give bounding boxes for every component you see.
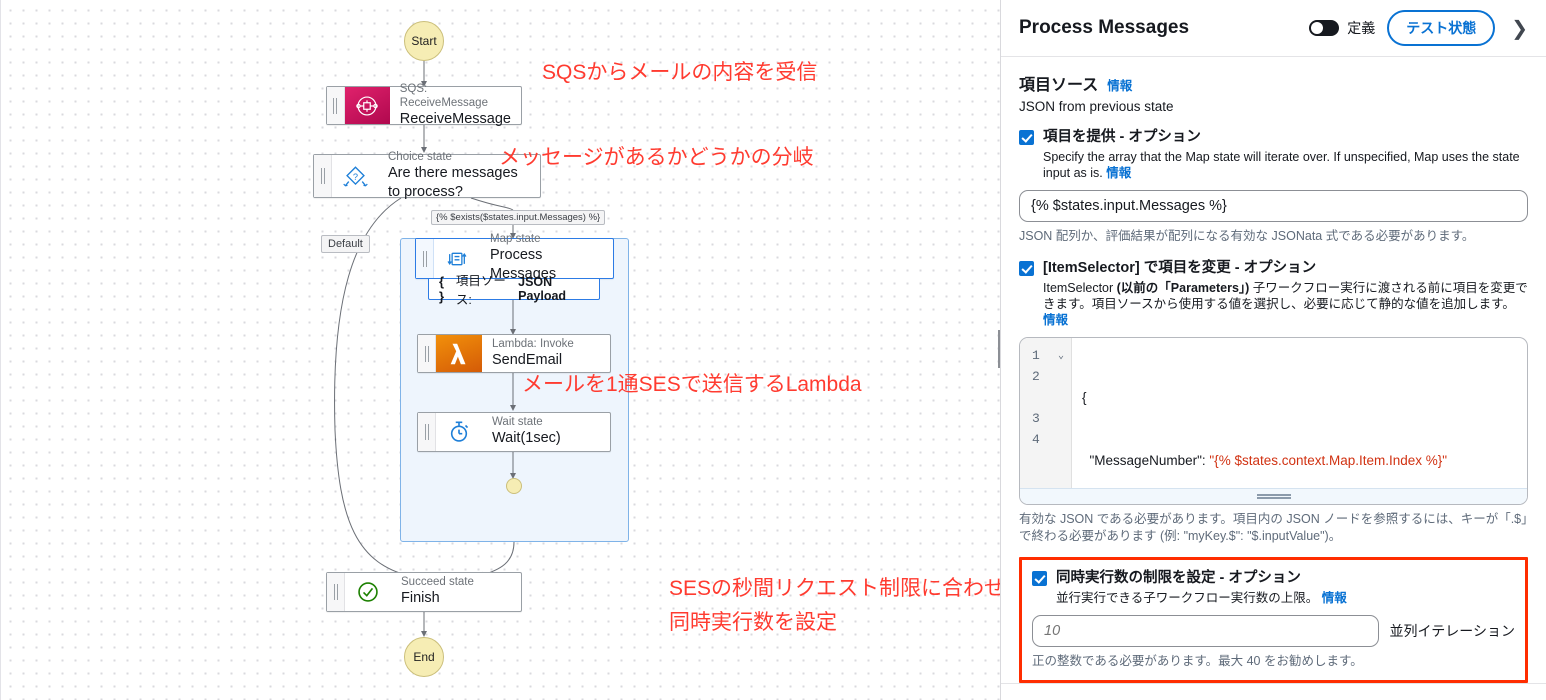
node-type-label: Wait state [492, 416, 543, 428]
annotation-choice: メッセージがあるかどうかの分岐 [499, 146, 814, 169]
concurrency-input[interactable] [1032, 615, 1379, 647]
info-link[interactable]: 情報 [1106, 166, 1131, 180]
node-sqs-receivemessage[interactable]: SQS: ReceiveMessage ReceiveMessage [326, 83, 522, 127]
info-link[interactable]: 情報 [1322, 591, 1347, 605]
concurrency-description: 並行実行できる子ワークフロー実行数の上限。 情報 [1056, 590, 1515, 606]
node-type-label: Map state [490, 233, 541, 245]
item-selector-field: [ItemSelector] で項目を変更 - オプション ItemSelect… [1019, 259, 1528, 545]
node-lambda-invoke[interactable]: Lambda: Invoke SendEmail [417, 334, 611, 373]
line-number: 2 [1032, 369, 1040, 384]
annotation-sqs: SQSからメールの内容を受信 [542, 61, 818, 84]
end-node[interactable]: End [404, 637, 444, 677]
sqs-icon [344, 87, 390, 124]
test-state-button[interactable]: テスト状態 [1387, 10, 1496, 46]
check-circle-icon [345, 573, 391, 611]
provide-items-description: Specify the array that the Map state wil… [1043, 149, 1528, 181]
start-node[interactable]: Start [404, 21, 444, 61]
annotation-concurrency-line1: SESの秒間リクエスト制限に合わせて [669, 577, 1000, 600]
concurrency-label: 同時実行数の制限を設定 - オプション [1056, 570, 1301, 586]
node-type-label: Lambda: Invoke [492, 337, 574, 350]
edge-label-default: Default [321, 235, 370, 253]
node-wait-state[interactable]: Wait state Wait(1sec) [417, 412, 611, 452]
item-selector-checkbox[interactable] [1019, 261, 1034, 276]
definition-toggle[interactable]: 定義 [1309, 18, 1375, 38]
choice-diamond-icon: ? [332, 155, 378, 197]
definition-toggle-label: 定義 [1347, 20, 1376, 36]
node-drag-handle[interactable] [416, 239, 434, 278]
provide-items-label: 項目を提供 - オプション [1043, 129, 1201, 145]
map-iteration-end-node[interactable] [506, 478, 522, 494]
concurrency-checkbox[interactable] [1032, 571, 1047, 586]
editor-code-content[interactable]: { "MessageNumber": "{% $states.context.M… [1072, 338, 1527, 488]
editor-resize-grip[interactable] [1020, 488, 1527, 504]
node-name-label: Wait(1sec) [492, 430, 561, 446]
node-succeed-state[interactable]: Succeed state Finish [326, 572, 522, 612]
concurrency-description-text: 並行実行できる子ワークフロー実行数の上限。 [1056, 591, 1319, 605]
chevron-right-icon[interactable]: ❯ [1507, 16, 1532, 41]
item-selector-description: ItemSelector (以前の「Parameters」) 子ワークフロー実行… [1043, 280, 1528, 328]
item-source-heading: 項目ソース 情報 [1019, 71, 1528, 95]
node-drag-handle[interactable] [418, 413, 436, 451]
item-selector-hint: 有効な JSON である必要があります。項目内の JSON ノードを参照するには… [1019, 512, 1528, 543]
braces-icon: { } [439, 274, 444, 304]
end-node-label: End [413, 650, 435, 664]
edge-label-choice-true: {% $exists($states.input.Messages) %} [431, 210, 606, 225]
provide-items-checkbox[interactable] [1019, 130, 1034, 145]
node-type-label: Succeed state [401, 576, 474, 588]
line-number [1020, 387, 1071, 408]
panel-resize-handle[interactable] [996, 0, 1000, 700]
concurrency-hint: 正の整数である必要があります。最大 40 をお勧めします。 [1032, 654, 1363, 668]
node-name-label: SendEmail [492, 351, 563, 368]
start-node-label: Start [411, 34, 437, 48]
node-name-label: Finish [401, 590, 440, 606]
annotation-concurrency-line2: 同時実行数を設定 [669, 611, 837, 634]
node-map-state[interactable]: Map state Process Messages [415, 233, 614, 282]
code-line: "MessageNumber": "{% $states.context.Map… [1082, 453, 1448, 468]
annotation-lambda: メールを1通SESで送信するLambda [522, 373, 862, 396]
page-title: Process Messages [1019, 17, 1190, 38]
provide-items-input[interactable] [1019, 190, 1528, 222]
item-selector-desc-bold: (以前の「Parameters」) [1116, 281, 1250, 295]
state-details-panel: Process Messages 定義 テスト状態 ❯ 項目ソース 情報 JSO… [1000, 0, 1546, 700]
lambda-icon [436, 335, 482, 372]
item-selector-label: [ItemSelector] で項目を変更 - オプション [1043, 260, 1317, 276]
fold-icon[interactable]: ⌄ [1058, 350, 1064, 362]
payload-prefix: 項目ソース: [455, 274, 506, 307]
payload-value: JSON Payload [518, 275, 567, 303]
workflow-canvas[interactable]: Start SQS: ReceiveMessage ReceiveMessage… [0, 0, 1000, 700]
line-number: 1 ⌄ [1032, 348, 1064, 363]
provide-items-field: 項目を提供 - オプション Specify the array that the… [1019, 128, 1528, 245]
svg-text:?: ? [352, 171, 357, 181]
editor-line-numbers: 1 ⌄ 2 3 4 [1020, 338, 1072, 488]
info-link[interactable]: 情報 [1043, 313, 1068, 327]
item-source-heading-text: 項目ソース [1019, 77, 1099, 94]
toggle-switch-icon[interactable] [1309, 20, 1340, 36]
provide-items-hint: JSON 配列か、評価結果が配列になる有効な JSONata 式である必要があり… [1019, 229, 1475, 243]
node-drag-handle[interactable] [327, 573, 345, 611]
item-source-subtitle: JSON from previous state [1019, 99, 1174, 114]
info-link[interactable]: 情報 [1107, 75, 1132, 94]
line-number: 4 [1032, 432, 1040, 447]
concurrency-unit-label: 並列イテレーション [1389, 623, 1515, 639]
concurrency-section-highlight: 同時実行数の制限を設定 - オプション 並行実行できる子ワークフロー実行数の上限… [1019, 557, 1528, 683]
item-selector-desc-part1: ItemSelector [1043, 281, 1117, 295]
node-drag-handle[interactable] [314, 155, 332, 197]
node-name-label: ReceiveMessage [399, 110, 511, 127]
node-drag-handle[interactable] [327, 87, 345, 124]
code-line: { [1082, 390, 1087, 405]
map-item-source-badge[interactable]: { } 項目ソース: JSON Payload [428, 274, 600, 307]
line-number: 3 [1032, 411, 1040, 426]
item-selector-code-editor[interactable]: 1 ⌄ 2 3 4 { "MessageNumber": "{% $states.… [1019, 337, 1528, 505]
next-state-heading: 次の状態 [1001, 683, 1546, 700]
node-type-label: SQS: ReceiveMessage [399, 82, 488, 109]
panel-header: Process Messages 定義 テスト状態 ❯ [1001, 0, 1546, 57]
node-drag-handle[interactable] [418, 335, 436, 372]
stopwatch-icon [436, 413, 482, 451]
panel-body: 項目ソース 情報 JSON from previous state 項目を提供 … [1001, 57, 1546, 700]
